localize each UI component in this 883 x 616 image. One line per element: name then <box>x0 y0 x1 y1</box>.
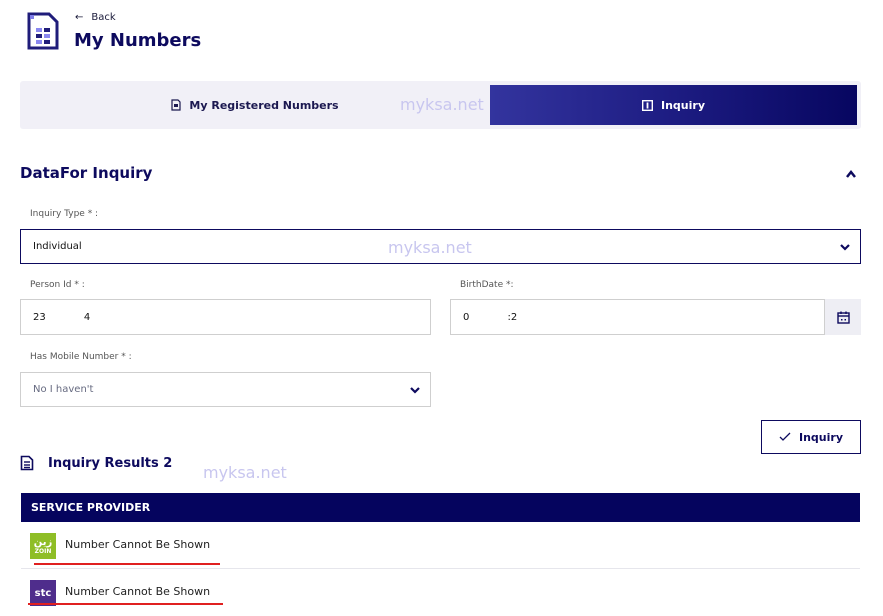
table-row: زين ZOIN Number Cannot Be Shown <box>21 523 860 569</box>
birthdate-input[interactable]: 0 :2 <box>450 299 825 335</box>
has-mobile-select[interactable]: No I haven't <box>20 372 431 407</box>
section-title: DataFor Inquiry <box>20 164 153 182</box>
watermark: myksa.net <box>203 463 287 482</box>
person-id-value: 23 4 <box>33 311 91 323</box>
red-underline <box>34 563 220 565</box>
inquiry-submit-button[interactable]: Inquiry <box>761 420 861 454</box>
has-mobile-value: No I haven't <box>33 384 94 395</box>
document-icon <box>171 99 182 111</box>
back-link[interactable]: ← Back <box>75 12 116 23</box>
birthdate-label: BirthDate *: <box>460 280 514 290</box>
calendar-button[interactable] <box>825 299 861 335</box>
birthdate-value: 0 :2 <box>463 311 518 323</box>
arrow-left-icon: ← <box>75 12 84 23</box>
table-header: SERVICE PROVIDER <box>21 493 860 522</box>
tab-label: My Registered Numbers <box>189 98 339 112</box>
red-underline <box>28 603 223 605</box>
sim-card-icon <box>27 12 59 50</box>
column-header-service-provider: SERVICE PROVIDER <box>31 501 151 514</box>
row-text: Number Cannot Be Shown <box>65 585 211 598</box>
stc-logo-text: stc <box>34 587 52 599</box>
watermark: myksa.net <box>400 95 484 114</box>
zain-logo: زين ZOIN <box>30 533 56 559</box>
chevron-down-icon <box>410 386 420 394</box>
check-icon <box>779 432 791 441</box>
person-id-input[interactable]: 23 4 <box>20 299 431 335</box>
chevron-down-icon <box>840 243 850 251</box>
inquiry-type-label: Inquiry Type * : <box>30 209 99 219</box>
page-title: My Numbers <box>74 30 202 51</box>
info-icon <box>642 99 653 111</box>
row-text: Number Cannot Be Shown <box>65 538 211 551</box>
watermark: myksa.net <box>388 238 472 257</box>
inquiry-type-value: Individual <box>33 241 82 252</box>
document-icon <box>20 455 34 471</box>
table-row: stc Number Cannot Be Shown <box>21 570 860 616</box>
results-title: Inquiry Results 2 <box>48 455 173 471</box>
person-id-label: Person Id * : <box>30 280 85 290</box>
calendar-icon <box>836 311 850 324</box>
results-heading: Inquiry Results 2 <box>20 455 172 471</box>
back-label: Back <box>91 12 116 23</box>
tab-inquiry[interactable]: Inquiry <box>490 85 857 125</box>
chevron-up-icon[interactable] <box>845 169 857 179</box>
zain-logo-text: ZOIN <box>34 547 52 555</box>
inquiry-button-label: Inquiry <box>799 430 843 444</box>
tab-label: Inquiry <box>661 98 705 112</box>
has-mobile-label: Has Mobile Number * : <box>30 352 132 362</box>
